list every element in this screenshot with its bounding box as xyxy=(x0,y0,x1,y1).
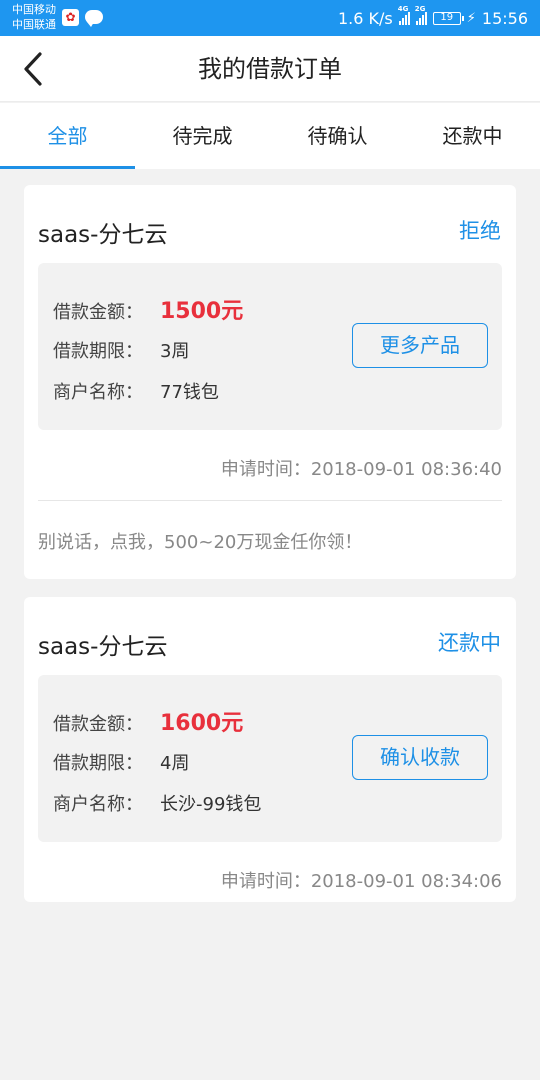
promo-link[interactable]: 别说话，点我，500~20万现金任你领！ xyxy=(38,528,362,554)
loan-term-label: 借款期限： xyxy=(53,341,143,362)
order-info-box: 借款金额： 1600元 借款期限： 4周 商户名称： 长沙-99钱包 确认收款 xyxy=(38,675,502,842)
apply-time-value: 2018-09-01 08:36:40 xyxy=(310,459,502,480)
nav-bar: 我的借款订单 xyxy=(0,36,540,102)
loan-term-row: 借款期限： 3周 xyxy=(53,337,189,363)
merchant-value: 77钱包 xyxy=(160,382,219,403)
status-bar: 中国移动 中国联通 ✿ 1.6 K/s 4G 2G 19 ⚡ 15:56 xyxy=(0,0,540,36)
chevron-left-icon xyxy=(24,52,42,86)
loan-amount-label: 借款金额： xyxy=(53,714,143,735)
order-tabs: 全部 待完成 待确认 还款中 xyxy=(0,103,540,169)
net-speed: 1.6 K/s xyxy=(338,8,393,28)
more-products-button[interactable]: 更多产品 xyxy=(352,323,488,368)
apply-time-label: 申请时间： xyxy=(220,871,311,892)
active-tab-indicator xyxy=(0,166,135,169)
tab-label: 还款中 xyxy=(442,124,503,148)
signal-4g-icon: 4G xyxy=(398,5,410,25)
apply-time-value: 2018-09-01 08:34:06 xyxy=(310,871,502,892)
loan-amount-row: 借款金额： 1500元 xyxy=(53,293,243,325)
back-button[interactable] xyxy=(14,48,56,90)
divider xyxy=(38,500,502,501)
loan-amount-row: 借款金额： 1600元 xyxy=(53,705,243,737)
charging-icon: ⚡ xyxy=(466,10,476,26)
loan-term-row: 借款期限： 4周 xyxy=(53,749,189,775)
loan-term-value: 4周 xyxy=(160,753,190,774)
loan-amount-label: 借款金额： xyxy=(53,302,143,323)
app-notification-icon: ✿ xyxy=(62,9,79,26)
tab-label: 待完成 xyxy=(172,124,233,148)
carrier-info: 中国移动 中国联通 xyxy=(12,2,56,32)
loan-term-value: 3周 xyxy=(160,341,190,362)
merchant-row: 商户名称： 77钱包 xyxy=(53,378,219,404)
loan-amount-value: 1500元 xyxy=(160,299,244,324)
merchant-label: 商户名称： xyxy=(53,382,143,403)
apply-time: 申请时间：2018-09-01 08:34:06 xyxy=(221,867,502,893)
merchant-value: 长沙-99钱包 xyxy=(160,794,262,815)
loan-term-label: 借款期限： xyxy=(53,753,143,774)
page-title: 我的借款订单 xyxy=(198,55,342,83)
order-card[interactable]: saas-分七云 拒绝 借款金额： 1500元 借款期限： 3周 商户名称： 77钱包… xyxy=(24,185,516,579)
merchant-row: 商户名称： 长沙-99钱包 xyxy=(53,790,261,816)
clock: 15:56 xyxy=(481,8,528,28)
chat-notification-icon xyxy=(85,10,103,27)
tab-repaying[interactable]: 还款中 xyxy=(405,103,540,169)
tab-label: 待确认 xyxy=(307,124,368,148)
battery-icon: 19 xyxy=(432,11,464,25)
carrier-1: 中国移动 xyxy=(12,3,56,16)
confirm-receipt-button[interactable]: 确认收款 xyxy=(352,735,488,780)
tab-pending-completion[interactable]: 待完成 xyxy=(135,103,270,169)
apply-time: 申请时间：2018-09-01 08:36:40 xyxy=(221,455,502,481)
order-status: 还款中 xyxy=(438,631,501,655)
order-status: 拒绝 xyxy=(459,219,501,243)
loan-amount-value: 1600元 xyxy=(160,711,244,736)
order-card[interactable]: saas-分七云 还款中 借款金额： 1600元 借款期限： 4周 商户名称： 长沙-… xyxy=(24,597,516,902)
signal-2g-icon: 2G xyxy=(415,5,427,25)
order-product-name: saas-分七云 xyxy=(38,634,168,660)
order-info-box: 借款金额： 1500元 借款期限： 3周 商户名称： 77钱包 更多产品 xyxy=(38,263,502,430)
tab-label: 全部 xyxy=(47,124,88,148)
order-product-name: saas-分七云 xyxy=(38,222,168,248)
tab-pending-confirmation[interactable]: 待确认 xyxy=(270,103,405,169)
carrier-2: 中国联通 xyxy=(12,18,56,31)
tab-all[interactable]: 全部 xyxy=(0,103,135,169)
merchant-label: 商户名称： xyxy=(53,794,143,815)
apply-time-label: 申请时间： xyxy=(220,459,311,480)
